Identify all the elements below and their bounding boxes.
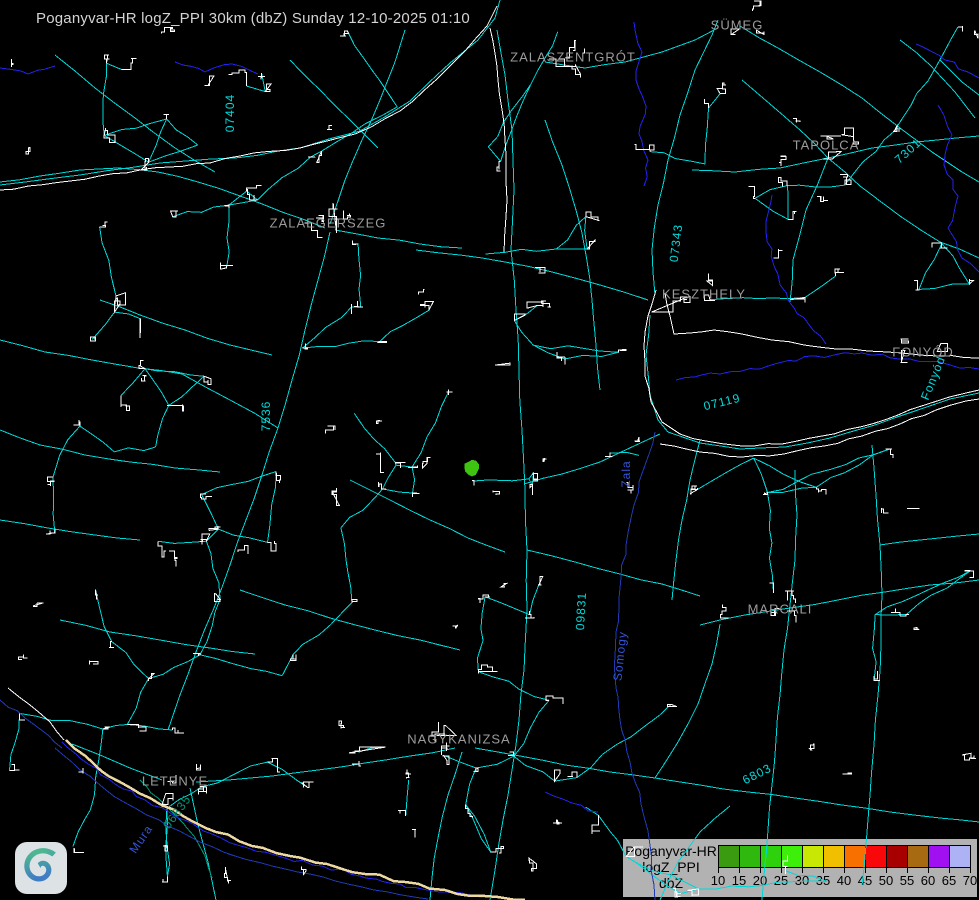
radar-echo-layer xyxy=(464,460,479,477)
legend-color-bar: 10152025303540455055606570 xyxy=(718,845,972,895)
legend-tick-label: 60 xyxy=(917,873,939,888)
road-number-label: Somogy xyxy=(610,630,629,681)
legend-tick-label: 35 xyxy=(812,873,834,888)
legend-tick-label: 20 xyxy=(749,873,771,888)
legend-color-swatch xyxy=(739,845,761,868)
city-label: FONYÓD xyxy=(892,345,954,360)
legend-tick-label: 70 xyxy=(959,873,979,888)
legend-color-swatch xyxy=(907,845,929,868)
shoreline-main-road-layer xyxy=(0,6,979,740)
legend-tick-label: 25 xyxy=(770,873,792,888)
main-roads-layer xyxy=(0,0,979,900)
road-number-label: Fonyód xyxy=(918,354,948,402)
road-number-label: 06835 xyxy=(160,792,194,831)
legend-unit-label: dbZ xyxy=(625,876,717,891)
village-outlines-layer xyxy=(10,1,979,897)
legend-color-swatch xyxy=(865,845,887,868)
legend-tick-label: 10 xyxy=(707,873,729,888)
road-number-label: 07404 xyxy=(223,94,237,132)
road-number-label: Zala xyxy=(619,460,633,487)
legend-tick-label: 40 xyxy=(833,873,855,888)
legend-tick-label: 30 xyxy=(791,873,813,888)
map-labels-layer: Poganyvar-HR logZ_PPI 30km (dbZ) Sunday … xyxy=(0,0,979,900)
city-label: TAPOLCA xyxy=(793,138,860,153)
minor-roads-layer xyxy=(10,27,971,894)
city-label: KESZTHELY xyxy=(662,287,746,302)
county-boundary-layer xyxy=(0,432,655,900)
country-border-layer xyxy=(66,740,525,900)
legend-tick-label: 45 xyxy=(854,873,876,888)
radar-title: Poganyvar-HR logZ_PPI 30km (dbZ) Sunday … xyxy=(36,10,470,27)
legend-tick-label: 55 xyxy=(896,873,918,888)
legend-tick-label: 50 xyxy=(875,873,897,888)
legend-color-swatch xyxy=(781,845,803,868)
legend-tick-label: 65 xyxy=(938,873,960,888)
road-number-label: 7536 xyxy=(259,401,273,432)
legend-color-swatch xyxy=(844,845,866,868)
road-number-label: 6803 xyxy=(740,761,774,787)
channel-layer xyxy=(140,780,212,878)
road-number-label: Mura xyxy=(126,822,155,856)
city-label: MARCALI xyxy=(748,602,813,617)
legend-site-label: Poganyvar-HR xyxy=(625,844,717,859)
legend-color-swatch xyxy=(928,845,950,868)
road-number-label: 7301 xyxy=(892,136,924,167)
city-label: LETENYE xyxy=(142,774,208,789)
road-number-label: 07343 xyxy=(667,223,686,263)
city-label: ZALAEGERSZEG xyxy=(270,216,387,231)
legend-panel: Poganyvar-HR logZ_PPI dbZ 10152025303540… xyxy=(621,837,979,899)
road-number-label: 09831 xyxy=(573,591,589,630)
radar-map xyxy=(0,0,979,900)
road-number-label: 07119 xyxy=(702,391,742,414)
spiral-storm-icon xyxy=(14,841,68,895)
legend-color-swatch xyxy=(802,845,824,868)
river-layer xyxy=(0,22,979,900)
radar-echo xyxy=(464,460,479,477)
legend-color-swatch xyxy=(949,845,971,868)
legend-color-swatch xyxy=(760,845,782,868)
spiral-logo xyxy=(14,841,68,900)
city-label: ZALASZENTGRÓT xyxy=(510,50,636,65)
legend-product-label: logZ_PPI xyxy=(625,860,717,875)
legend-color-swatch xyxy=(886,845,908,868)
city-label: NAGYKANIZSA xyxy=(407,732,510,747)
radar-viewport: Poganyvar-HR logZ_PPI dbZ 10152025303540… xyxy=(0,0,979,900)
legend-color-swatch xyxy=(823,845,845,868)
legend-tick-label: 15 xyxy=(728,873,750,888)
legend-color-swatch xyxy=(718,845,740,868)
city-label: SÜMEG xyxy=(711,18,764,33)
